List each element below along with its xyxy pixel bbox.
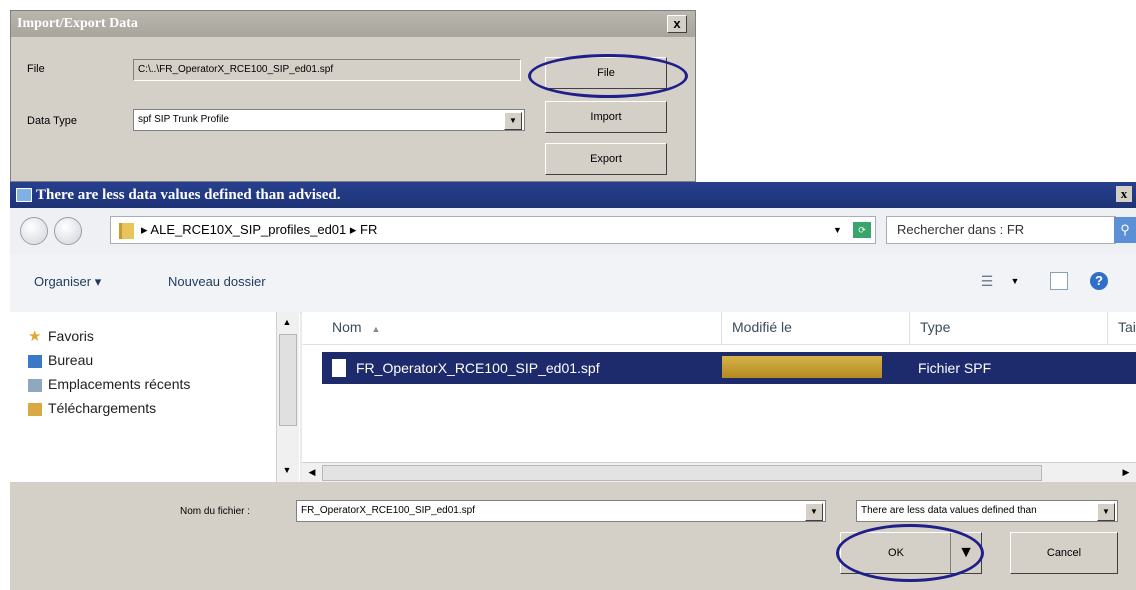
file-name: FR_OperatorX_RCE100_SIP_ed01.spf xyxy=(356,360,600,376)
column-size[interactable]: Taill xyxy=(1108,312,1136,344)
file-list-pane: Nom ▲ Modifié le Type Taill FR_OperatorX… xyxy=(302,312,1136,483)
refresh-icon[interactable]: ⟳ xyxy=(853,222,871,238)
toolbar: Organiser ▾ Nouveau dossier ☰ ▼ ? xyxy=(10,254,1136,313)
scroll-right-icon[interactable]: ▶ xyxy=(1118,464,1134,480)
data-type-value: spf SIP Trunk Profile xyxy=(138,114,229,125)
filename-label: Nom du fichier : xyxy=(180,506,251,517)
column-modified[interactable]: Modifié le xyxy=(722,312,910,344)
import-export-dialog: Import/Export Data x File C:\..\FR_Opera… xyxy=(10,10,696,182)
window-icon xyxy=(16,188,32,202)
cancel-button[interactable]: Cancel xyxy=(1010,532,1118,574)
nav-scrollbar[interactable]: ▲ ▼ xyxy=(276,312,299,482)
scroll-thumb[interactable] xyxy=(279,334,297,426)
sort-icon: ▲ xyxy=(371,324,381,334)
close-icon[interactable]: x xyxy=(667,15,687,33)
export-button[interactable]: Export xyxy=(545,143,667,175)
file-type: Fichier SPF xyxy=(918,360,992,376)
scroll-down-icon[interactable]: ▼ xyxy=(279,462,295,478)
nav-item-label: Emplacements récents xyxy=(48,376,191,392)
nav-item-favorites[interactable]: ★ Favoris xyxy=(28,328,94,345)
file-label: File xyxy=(27,63,45,75)
file-modified-date xyxy=(722,356,882,378)
filename-input[interactable]: FR_OperatorX_RCE100_SIP_ed01.spf ▼ xyxy=(296,500,826,522)
preview-pane-icon[interactable] xyxy=(1050,272,1068,290)
chevron-down-icon[interactable]: ▼ xyxy=(1097,503,1115,521)
dialog-footer: Nom du fichier : FR_OperatorX_RCE100_SIP… xyxy=(10,482,1136,590)
folder-icon xyxy=(119,223,134,239)
recent-places-icon xyxy=(28,379,42,392)
import-export-title: Import/Export Data xyxy=(17,16,138,31)
file-icon xyxy=(332,359,346,377)
scroll-up-icon[interactable]: ▲ xyxy=(279,314,295,330)
horizontal-scrollbar[interactable]: ◀ ▶ xyxy=(302,462,1136,483)
chevron-down-icon[interactable]: ▼ xyxy=(833,217,842,243)
star-icon: ★ xyxy=(28,328,42,345)
nav-item-label: Favoris xyxy=(48,328,94,344)
search-input[interactable]: Rechercher dans : FR xyxy=(886,216,1116,244)
filetype-select[interactable]: There are less data values defined than … xyxy=(856,500,1118,522)
file-dialog-titlebar: There are less data values defined than … xyxy=(10,182,1136,208)
data-type-select[interactable]: spf SIP Trunk Profile ▼ xyxy=(133,109,525,131)
table-row[interactable]: FR_OperatorX_RCE100_SIP_ed01.spf Fichier… xyxy=(322,352,1136,384)
column-name-label: Nom xyxy=(332,319,362,335)
close-icon[interactable]: x xyxy=(1116,186,1132,202)
column-type[interactable]: Type xyxy=(910,312,1108,344)
chevron-down-icon[interactable]: ▼ xyxy=(504,112,522,130)
chevron-down-icon[interactable]: ▼ xyxy=(1006,272,1024,290)
file-path-field: C:\..\FR_OperatorX_RCE100_SIP_ed01.spf xyxy=(133,59,521,81)
back-icon[interactable] xyxy=(20,217,48,245)
navigation-bar: ▸ ALE_RCE10X_SIP_profiles_ed01 ▸ FR ▼ ⟳ … xyxy=(10,208,1136,254)
search-icon[interactable]: ⚲ xyxy=(1114,217,1136,243)
column-name[interactable]: Nom ▲ xyxy=(322,312,722,344)
column-header: Nom ▲ Modifié le Type Taill xyxy=(302,312,1136,345)
import-export-titlebar: Import/Export Data x xyxy=(11,11,695,37)
help-icon[interactable]: ? xyxy=(1090,272,1108,290)
nav-item-desktop[interactable]: Bureau xyxy=(28,352,94,368)
scroll-left-icon[interactable]: ◀ xyxy=(304,464,320,480)
ok-label: OK xyxy=(888,547,904,559)
ok-button[interactable]: OK ▼ xyxy=(840,532,982,574)
nav-item-recent[interactable]: Emplacements récents xyxy=(28,376,191,392)
navigation-pane: ★ Favoris Bureau Emplacements récents Té… xyxy=(10,312,300,482)
nav-item-downloads[interactable]: Téléchargements xyxy=(28,400,157,416)
nav-item-label: Téléchargements xyxy=(48,400,157,416)
chevron-down-icon[interactable]: ▼ xyxy=(805,503,823,521)
scroll-thumb[interactable] xyxy=(322,465,1042,481)
file-dialog-title: There are less data values defined than … xyxy=(36,187,341,203)
filename-value: FR_OperatorX_RCE100_SIP_ed01.spf xyxy=(301,505,475,516)
organize-button[interactable]: Organiser ▾ xyxy=(34,274,101,290)
filetype-value: There are less data values defined than xyxy=(861,505,1037,516)
downloads-folder-icon xyxy=(28,403,42,416)
file-open-dialog: There are less data values defined than … xyxy=(10,182,1136,590)
breadcrumb[interactable]: ▸ ALE_RCE10X_SIP_profiles_ed01 ▸ FR xyxy=(141,217,377,243)
new-folder-button[interactable]: Nouveau dossier xyxy=(168,274,266,289)
data-type-label: Data Type xyxy=(27,115,77,127)
forward-icon[interactable] xyxy=(54,217,82,245)
address-bar[interactable]: ▸ ALE_RCE10X_SIP_profiles_ed01 ▸ FR ▼ ⟳ xyxy=(110,216,876,244)
nav-item-label: Bureau xyxy=(48,352,94,368)
import-button[interactable]: Import xyxy=(545,101,667,133)
chevron-down-icon[interactable]: ▼ xyxy=(950,533,981,573)
file-button[interactable]: File xyxy=(545,57,667,89)
desktop-icon xyxy=(28,355,42,368)
view-list-icon[interactable]: ☰ xyxy=(978,272,996,290)
